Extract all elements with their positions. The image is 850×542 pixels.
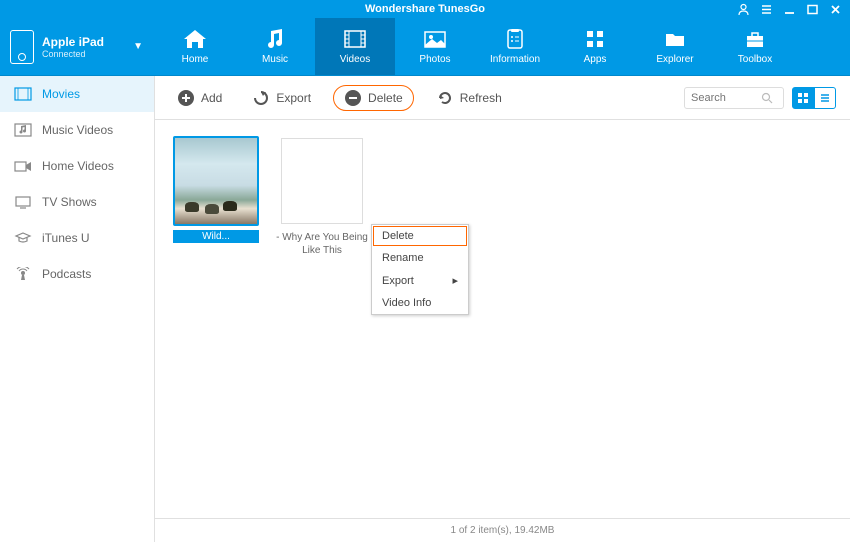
- tablet-icon: [10, 30, 34, 64]
- content: Movies Music Videos Home Videos TV Shows…: [0, 76, 850, 542]
- context-menu: Delete Rename Export▸ Video Info: [371, 224, 469, 315]
- maximize-icon[interactable]: [806, 3, 819, 16]
- nav-apps[interactable]: Apps: [555, 18, 635, 75]
- main-nav: Home Music Videos Photos Information App…: [155, 18, 795, 75]
- refresh-button[interactable]: Refresh: [428, 85, 510, 111]
- nav-toolbox[interactable]: Toolbox: [715, 18, 795, 75]
- main-panel: Add Export Delete Refresh: [155, 76, 850, 542]
- device-status: Connected: [42, 49, 104, 59]
- refresh-icon: [436, 89, 454, 107]
- device-selector[interactable]: Apple iPad Connected ▼: [0, 18, 155, 75]
- device-info: Apple iPad Connected: [42, 35, 104, 59]
- video-thumbnail: [279, 136, 365, 226]
- menu-icon[interactable]: [760, 3, 773, 16]
- itunes-u-icon: [14, 230, 32, 246]
- sidebar-label: Movies: [42, 87, 80, 101]
- video-item[interactable]: Wild...: [171, 136, 261, 243]
- sidebar-label: TV Shows: [42, 195, 97, 209]
- app-title: Wondershare TunesGo: [365, 3, 485, 15]
- video-thumbnail: [173, 136, 259, 226]
- chevron-down-icon: ▼: [133, 41, 143, 52]
- toolbar-right: [684, 87, 836, 109]
- search-input[interactable]: [691, 92, 761, 104]
- user-icon[interactable]: [737, 3, 750, 16]
- explorer-icon: [662, 28, 688, 50]
- titlebar: Wondershare TunesGo: [0, 0, 850, 18]
- information-icon: [502, 28, 528, 50]
- tv-shows-icon: [14, 194, 32, 210]
- sidebar-label: Music Videos: [42, 123, 113, 137]
- minus-icon: [344, 89, 362, 107]
- sidebar-label: iTunes U: [42, 231, 90, 245]
- header: Apple iPad Connected ▼ Home Music Videos…: [0, 18, 850, 76]
- plus-icon: [177, 89, 195, 107]
- music-icon: [262, 28, 288, 50]
- sidebar-label: Home Videos: [42, 159, 114, 173]
- search-box[interactable]: [684, 87, 784, 109]
- context-rename[interactable]: Rename: [372, 247, 468, 269]
- window-controls: [737, 0, 842, 18]
- photos-icon: [422, 28, 448, 50]
- view-toggle: [792, 87, 836, 109]
- device-name: Apple iPad: [42, 35, 104, 49]
- status-text: 1 of 2 item(s), 19.42MB: [451, 525, 555, 536]
- statusbar: 1 of 2 item(s), 19.42MB: [155, 518, 850, 542]
- videos-icon: [342, 28, 368, 50]
- toolbar: Add Export Delete Refresh: [155, 76, 850, 120]
- toolbox-icon: [742, 28, 768, 50]
- home-icon: [182, 28, 208, 50]
- close-icon[interactable]: [829, 3, 842, 16]
- nav-home[interactable]: Home: [155, 18, 235, 75]
- sidebar-item-tv-shows[interactable]: TV Shows: [0, 184, 154, 220]
- add-button[interactable]: Add: [169, 85, 230, 111]
- video-item[interactable]: - Why Are You Being Like This: [277, 136, 367, 258]
- nav-explorer[interactable]: Explorer: [635, 18, 715, 75]
- video-label: Wild...: [173, 230, 259, 243]
- video-grid: Wild... - Why Are You Being Like This: [155, 120, 850, 518]
- context-video-info[interactable]: Video Info: [372, 292, 468, 314]
- nav-photos[interactable]: Photos: [395, 18, 475, 75]
- delete-button[interactable]: Delete: [333, 85, 414, 111]
- apps-icon: [582, 28, 608, 50]
- nav-music[interactable]: Music: [235, 18, 315, 75]
- sidebar-label: Podcasts: [42, 267, 91, 281]
- home-videos-icon: [14, 158, 32, 174]
- nav-information[interactable]: Information: [475, 18, 555, 75]
- minimize-icon[interactable]: [783, 3, 796, 16]
- podcasts-icon: [14, 266, 32, 282]
- video-label: - Why Are You Being Like This: [267, 230, 377, 258]
- context-export[interactable]: Export▸: [372, 269, 468, 292]
- search-icon: [761, 92, 773, 104]
- sidebar-item-home-videos[interactable]: Home Videos: [0, 148, 154, 184]
- chevron-right-icon: ▸: [452, 274, 458, 287]
- nav-videos[interactable]: Videos: [315, 18, 395, 75]
- sidebar-item-music-videos[interactable]: Music Videos: [0, 112, 154, 148]
- sidebar: Movies Music Videos Home Videos TV Shows…: [0, 76, 155, 542]
- grid-view-button[interactable]: [792, 87, 814, 109]
- context-delete[interactable]: Delete: [373, 226, 467, 246]
- export-button[interactable]: Export: [244, 85, 319, 111]
- export-icon: [252, 89, 270, 107]
- movies-icon: [14, 86, 32, 102]
- sidebar-item-itunes-u[interactable]: iTunes U: [0, 220, 154, 256]
- list-view-button[interactable]: [814, 87, 836, 109]
- music-videos-icon: [14, 122, 32, 138]
- sidebar-item-movies[interactable]: Movies: [0, 76, 154, 112]
- sidebar-item-podcasts[interactable]: Podcasts: [0, 256, 154, 292]
